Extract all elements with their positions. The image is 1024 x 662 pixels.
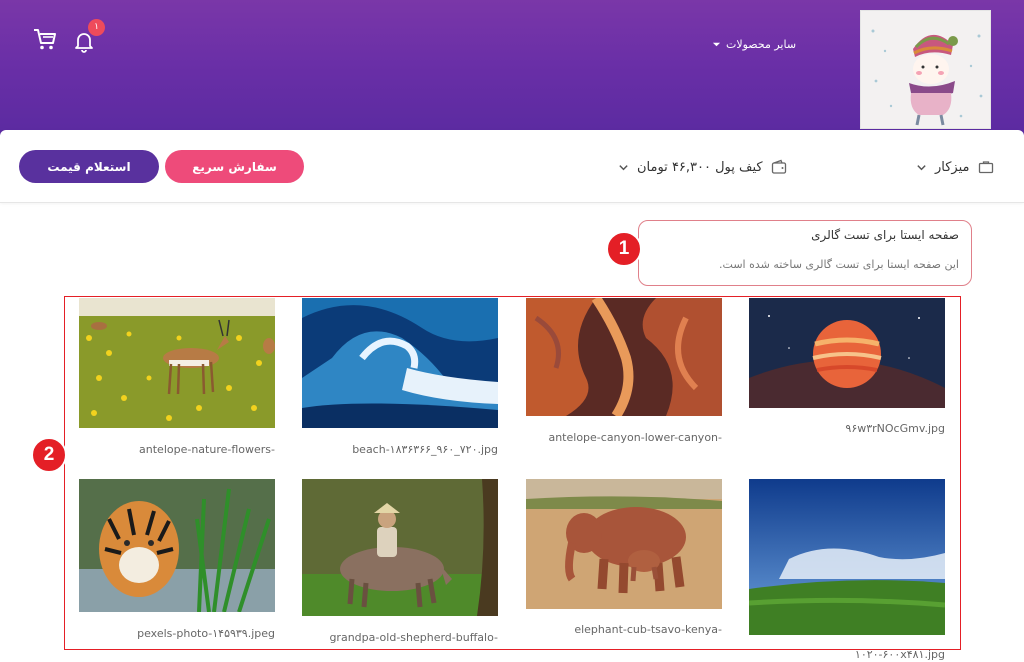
gallery-caption[interactable]: grandpa-old-shepherd-buffalo-: [302, 631, 498, 644]
annotation-marker: 2: [31, 437, 67, 473]
briefcase-icon: [978, 161, 993, 174]
wallet-dropdown[interactable]: کیف پول ۴۶,۳۰۰ تومان: [618, 156, 787, 178]
chevron-down-icon: [712, 42, 721, 46]
page-info-card: صفحه ایستا برای تست گالری این صفحه ایستا…: [638, 220, 972, 286]
page-description: این صفحه ایستا برای تست گالری ساخته شده …: [719, 258, 959, 271]
gallery-caption[interactable]: elephant-cub-tsavo-kenya-: [526, 623, 722, 636]
gallery-image-sky-field[interactable]: [749, 479, 945, 635]
gallery-caption[interactable]: pexels-photo-۱۴۵۹۳۹.jpeg: [79, 627, 275, 640]
gallery-image-tiger[interactable]: [79, 479, 275, 612]
cart-icon[interactable]: [32, 26, 58, 52]
site-logo[interactable]: [860, 10, 991, 129]
page-title: صفحه ایستا برای تست گالری: [811, 228, 959, 242]
gallery-caption[interactable]: ۱۰۲۰-۶۰۰x۴۸۱.jpg: [749, 648, 945, 661]
notifications-button[interactable]: ۱: [72, 19, 106, 54]
gallery-image-canyon[interactable]: [526, 298, 722, 416]
price-inquiry-button[interactable]: استعلام قیمت: [19, 150, 159, 183]
gallery-caption[interactable]: ۹۶w۳rNOcGmv.jpg: [749, 422, 945, 435]
chevron-down-icon: [619, 164, 628, 170]
gallery-image-antelope[interactable]: [79, 298, 275, 428]
notification-count-badge: ۱: [88, 19, 105, 36]
wallet-icon: [771, 159, 786, 174]
other-products-label: سایر محصولات: [726, 37, 797, 51]
gallery-caption[interactable]: antelope-nature-flowers-: [79, 443, 275, 456]
chevron-down-icon: [917, 164, 926, 170]
table-dropdown[interactable]: میزکار: [916, 156, 994, 178]
fast-order-button[interactable]: سفارش سریع: [165, 150, 304, 183]
gallery-image-shepherd[interactable]: [302, 479, 498, 616]
gallery-image-planet[interactable]: [749, 298, 945, 408]
gallery-caption[interactable]: beach-۱۸۳۶۳۶۶_۹۶۰_۷۲۰.jpg: [302, 443, 498, 456]
table-label: میزکار: [935, 159, 970, 175]
annotation-marker: 1: [606, 231, 642, 267]
gallery-image-beach[interactable]: [302, 298, 498, 428]
wallet-balance-label: کیف پول ۴۶,۳۰۰ تومان: [637, 159, 763, 175]
gallery-caption[interactable]: antelope-canyon-lower-canyon-: [526, 431, 722, 444]
other-products-menu[interactable]: سایر محصولات: [712, 35, 796, 53]
gallery-image-elephant[interactable]: [526, 479, 722, 609]
